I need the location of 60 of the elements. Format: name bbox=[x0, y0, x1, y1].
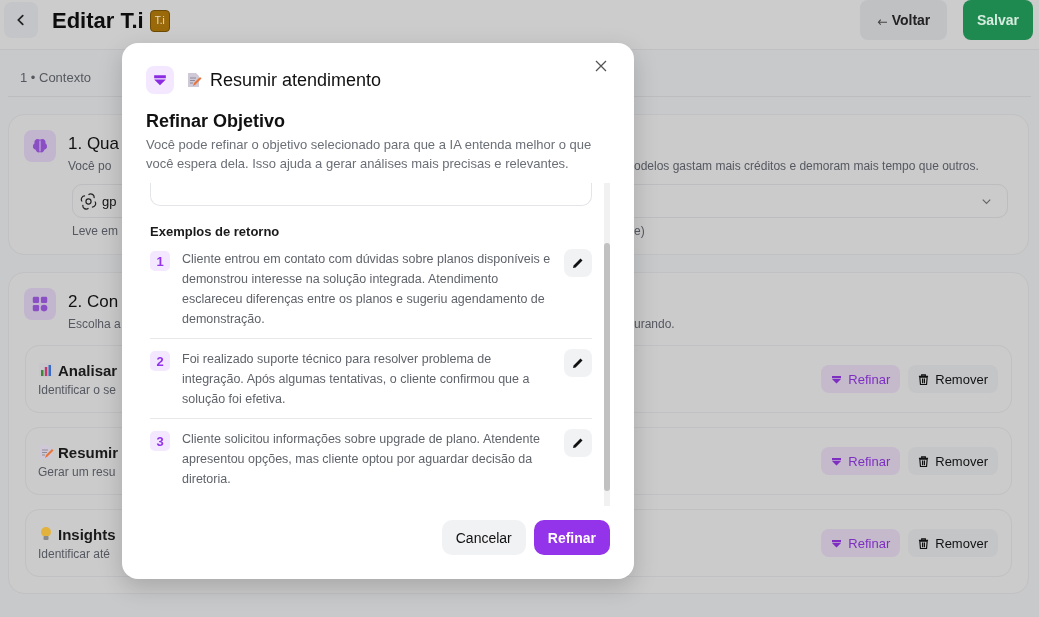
section-description: Você po bbox=[68, 159, 112, 173]
pencil-icon bbox=[572, 357, 584, 369]
refine-button[interactable]: Refinar bbox=[821, 447, 901, 475]
objective-description: Identificar até bbox=[38, 546, 111, 561]
refine-button[interactable]: Refinar bbox=[533, 520, 610, 555]
objective-title: Insights bbox=[58, 525, 116, 543]
objective-title: Analisar bbox=[58, 361, 118, 379]
number-badge: 2 bbox=[150, 351, 170, 371]
gem-icon bbox=[146, 66, 174, 94]
cancel-button[interactable]: Cancelar bbox=[441, 520, 526, 555]
section-title: 2. Con bbox=[68, 292, 119, 312]
section-title: 1. Qua bbox=[68, 134, 120, 154]
modal-description: Você pode refinar o objetivo selecionado para que a IA entenda melhor o que você espera dela. Isso ajuda a gerar análises mais precisas e relevantes. bbox=[146, 136, 593, 173]
number-badge: 3 bbox=[150, 431, 170, 451]
section-description: Escolha a bbox=[68, 317, 121, 331]
hint-text: Leve em bbox=[72, 224, 119, 238]
example-text: Cliente entrou em contato com dúvidas sobre planos disponíveis e demonstrou interesse na solução integrada. Atendimento esclareceu diferenças entre os planos e sugeriu agendamento de demonstração. bbox=[182, 251, 552, 328]
trash-icon bbox=[918, 455, 930, 467]
light-bulb-icon bbox=[38, 526, 54, 542]
examples-title: Exemplos de retorno bbox=[150, 224, 281, 239]
remove-button[interactable]: Remover bbox=[908, 365, 998, 393]
memo-icon bbox=[38, 444, 54, 460]
refine-button[interactable]: Refinar bbox=[821, 365, 901, 393]
title-badge: T.i bbox=[149, 10, 170, 32]
section-description: odelos gastam mais créditos e demoram mais tempo que outros. bbox=[634, 159, 979, 173]
trash-icon bbox=[918, 537, 930, 549]
modal-heading: Refinar Objetivo bbox=[146, 111, 287, 132]
objective-title: Resumir bbox=[58, 443, 119, 461]
scrollbar[interactable] bbox=[604, 183, 610, 506]
step-tab[interactable]: 1 • Contexto bbox=[20, 70, 92, 85]
remove-button[interactable]: Remover bbox=[908, 529, 998, 557]
hint-text: e) bbox=[634, 224, 645, 238]
section-description: urando. bbox=[634, 317, 675, 331]
gem-icon bbox=[831, 374, 843, 384]
logo-icon bbox=[80, 192, 97, 210]
edit-button[interactable] bbox=[564, 429, 592, 457]
gem-icon bbox=[831, 456, 843, 466]
back-link-button[interactable]: Voltar bbox=[860, 0, 947, 40]
gem-icon bbox=[831, 538, 843, 548]
objective-description: Identificar o se bbox=[38, 382, 117, 397]
remove-button[interactable]: Remover bbox=[908, 447, 998, 475]
edit-button[interactable] bbox=[564, 249, 592, 277]
save-button[interactable]: Salvar bbox=[963, 0, 1033, 40]
objective-description: Gerar um resu bbox=[38, 464, 116, 479]
pencil-icon bbox=[572, 257, 584, 269]
example-text: Foi realizado suporte técnico para resolver problema de integração. Após algumas tentativas, o cliente confirmou que a solução foi efetiva. bbox=[182, 351, 531, 408]
pencil-icon bbox=[572, 437, 584, 449]
bar-chart-icon bbox=[38, 362, 54, 378]
trash-icon bbox=[918, 373, 930, 385]
select-value: gp bbox=[102, 193, 117, 209]
page-title: Editar T.i bbox=[52, 8, 144, 34]
brain-icon bbox=[24, 130, 56, 162]
number-badge: 1 bbox=[150, 251, 170, 271]
edit-button[interactable] bbox=[564, 349, 592, 377]
close-icon[interactable] bbox=[594, 59, 608, 73]
memo-icon bbox=[186, 72, 202, 88]
modal-title: Resumir atendimento bbox=[210, 69, 382, 91]
example-text: Cliente solicitou informações sobre upgrade de plano. Atendente apresentou opções, mas cliente optou por aguardar decisão da diretoria. bbox=[182, 431, 541, 488]
refine-button[interactable]: Refinar bbox=[821, 529, 901, 557]
grid-icon bbox=[24, 288, 56, 320]
